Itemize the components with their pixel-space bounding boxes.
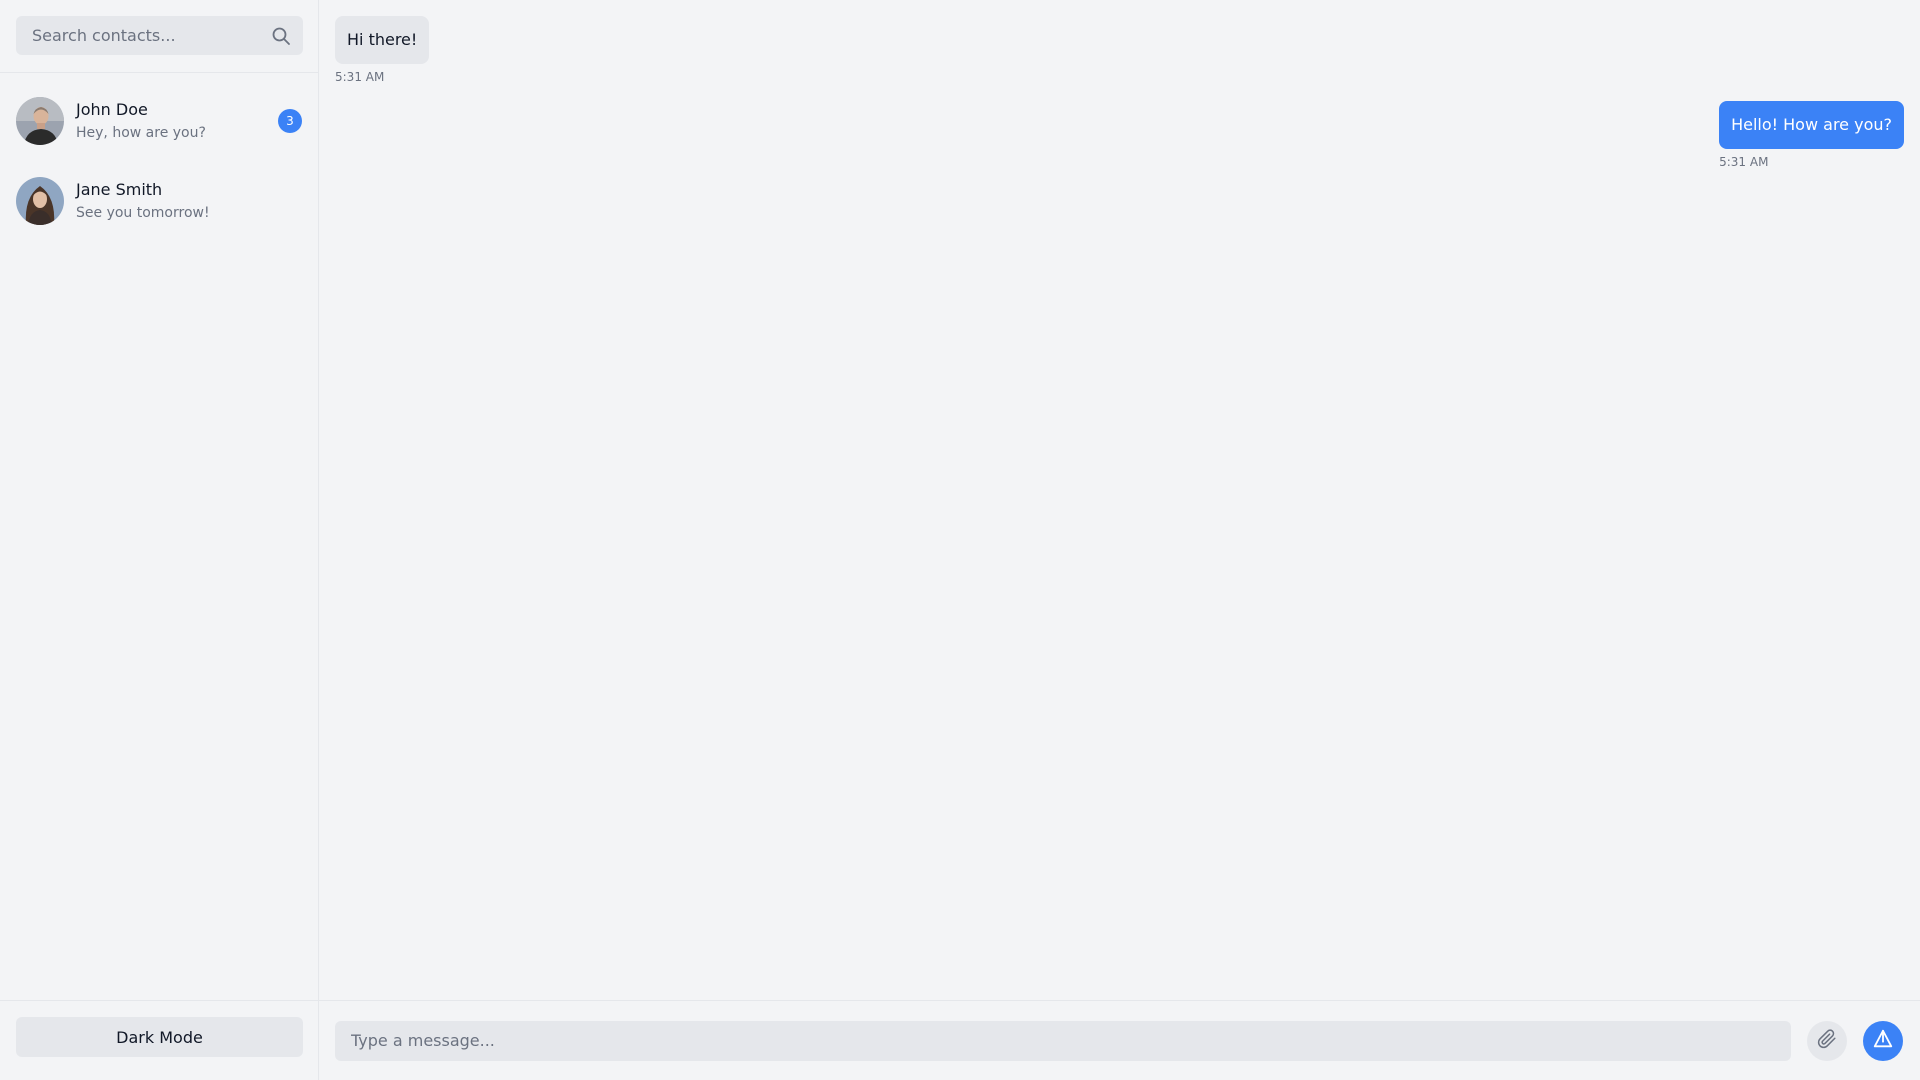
search-box (16, 16, 303, 55)
contact-last-message: Hey, how are you? (76, 124, 206, 141)
dark-mode-button[interactable]: Dark Mode (16, 1017, 303, 1057)
search-bar (0, 0, 318, 73)
contacts-sidebar: John Doe Hey, how are you? 3 Jane (0, 0, 319, 1080)
contact-item-jane-smith[interactable]: Jane Smith See you tomorrow! (0, 161, 318, 241)
message-bubble: Hello! How are you? (1719, 101, 1904, 149)
avatar (16, 177, 64, 225)
paperclip-icon (1817, 1029, 1837, 1052)
sidebar-footer: Dark Mode (0, 1000, 318, 1080)
contact-text: John Doe Hey, how are you? (76, 99, 206, 144)
search-icon[interactable] (271, 26, 291, 46)
message-composer (319, 1000, 1920, 1080)
contact-name: John Doe (76, 99, 148, 119)
message-incoming: Hi there! 5:31 AM (335, 16, 1904, 84)
message-input[interactable] (335, 1020, 1791, 1061)
chat-app: John Doe Hey, how are you? 3 Jane (0, 0, 1920, 1080)
contact-last-message: See you tomorrow! (76, 204, 210, 221)
message-bubble: Hi there! (335, 16, 430, 64)
message-timestamp: 5:31 AM (335, 70, 385, 84)
contact-name: Jane Smith (76, 179, 163, 199)
message-outgoing: Hello! How are you? 5:31 AM (1719, 101, 1904, 169)
contact-list: John Doe Hey, how are you? 3 Jane Smith … (0, 73, 318, 1000)
chat-panel: Hi there! 5:31 AM Hello! How are you? 5:… (319, 0, 1920, 1080)
send-button[interactable] (1863, 1020, 1903, 1061)
attach-button[interactable] (1807, 1020, 1847, 1061)
avatar (16, 97, 64, 145)
contact-item-john-doe[interactable]: John Doe Hey, how are you? 3 (0, 81, 318, 161)
unread-badge: 3 (278, 109, 302, 133)
message-list: Hi there! 5:31 AM Hello! How are you? 5:… (319, 0, 1920, 1000)
message-timestamp: 5:31 AM (1719, 155, 1769, 169)
search-input[interactable] (16, 16, 303, 55)
send-icon (1872, 1028, 1894, 1053)
contact-text: Jane Smith See you tomorrow! (76, 179, 210, 224)
